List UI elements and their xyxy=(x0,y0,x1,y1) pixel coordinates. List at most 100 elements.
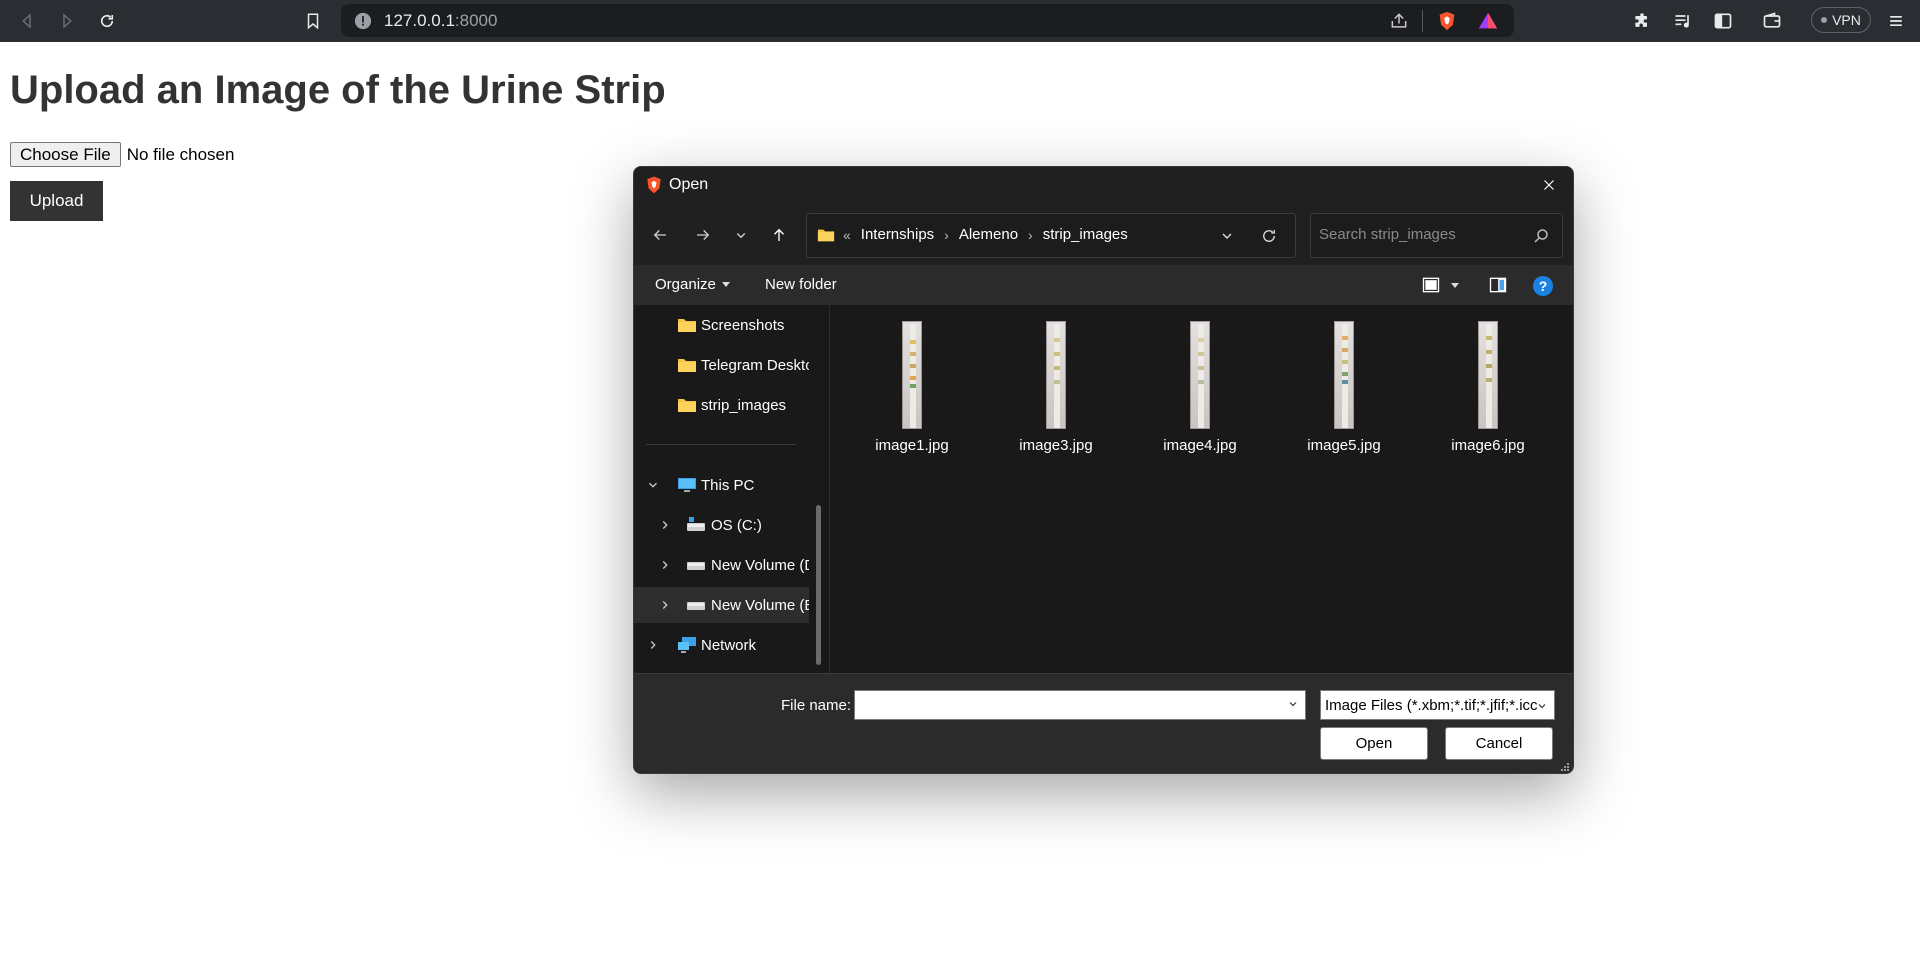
chevron-right-icon[interactable] xyxy=(658,518,672,532)
drive-icon xyxy=(687,517,705,531)
computer-icon xyxy=(678,478,696,492)
nav-divider xyxy=(646,444,796,445)
browser-toolbar: 127.0.0.1:8000 VPN xyxy=(0,0,1920,42)
preview-pane-icon[interactable] xyxy=(1487,274,1509,296)
nav-item-label: New Volume (D:) xyxy=(711,556,809,574)
nav-pane-scrollbar[interactable] xyxy=(816,505,821,665)
breadcrumb-item-alemeno[interactable]: Alemeno xyxy=(959,226,1018,243)
cancel-button[interactable]: Cancel xyxy=(1445,727,1553,760)
nav-item-drive-d[interactable]: New Volume (D:) xyxy=(634,547,809,583)
file-input[interactable]: Choose File No file chosen xyxy=(10,142,234,167)
choose-file-button[interactable]: Choose File xyxy=(10,142,121,167)
chevron-down-icon[interactable] xyxy=(646,478,660,492)
bookmark-icon[interactable] xyxy=(301,9,325,33)
upload-button[interactable]: Upload xyxy=(10,181,103,221)
dialog-titlebar[interactable]: Open xyxy=(634,167,1573,203)
file-item-image5[interactable]: image5.jpg xyxy=(1284,313,1404,454)
nav-item-label: Telegram Desktop xyxy=(701,356,809,374)
brave-shields-icon[interactable] xyxy=(1436,10,1458,32)
organize-button[interactable]: Organize xyxy=(655,276,730,293)
reload-icon[interactable] xyxy=(95,9,119,33)
command-bar: Organize New folder xyxy=(634,265,1573,305)
back-icon[interactable] xyxy=(15,9,39,33)
recent-locations-icon[interactable] xyxy=(729,223,753,247)
brave-rewards-icon[interactable] xyxy=(1477,10,1499,32)
nav-item-drive-e[interactable]: New Volume (E:) xyxy=(634,587,809,623)
nav-item-network[interactable]: Network xyxy=(634,627,809,663)
file-item-image1[interactable]: image1.jpg xyxy=(852,313,972,454)
file-name: image3.jpg xyxy=(1019,437,1093,454)
back-arrow-icon[interactable] xyxy=(648,223,672,247)
nav-item-telegram-desktop[interactable]: Telegram Desktop xyxy=(634,347,809,383)
folder-icon xyxy=(678,319,696,332)
site-info-icon[interactable] xyxy=(352,10,374,32)
file-name: image6.jpg xyxy=(1451,437,1525,454)
chevron-down-icon[interactable] xyxy=(1217,226,1237,246)
brave-icon xyxy=(647,176,661,194)
nav-item-label: strip_images xyxy=(701,396,787,414)
chevron-right-icon[interactable] xyxy=(658,558,672,572)
breadcrumb-overflow[interactable]: « xyxy=(843,227,851,243)
file-name-label: File name: xyxy=(781,697,852,714)
image-thumbnail xyxy=(1190,321,1210,429)
extensions-icon[interactable] xyxy=(1630,9,1654,33)
open-button[interactable]: Open xyxy=(1320,727,1428,760)
breadcrumb-item-internships[interactable]: Internships xyxy=(861,226,934,243)
resize-grip-icon[interactable] xyxy=(1560,762,1570,772)
vpn-button[interactable]: VPN xyxy=(1811,7,1871,33)
image-thumbnail xyxy=(1334,321,1354,429)
nav-item-strip-images[interactable]: strip_images xyxy=(634,387,809,423)
folder-icon xyxy=(678,359,696,372)
search-box[interactable] xyxy=(1310,213,1563,258)
file-item-image4[interactable]: image4.jpg xyxy=(1140,313,1260,454)
up-arrow-icon[interactable] xyxy=(767,223,791,247)
forward-icon[interactable] xyxy=(55,9,79,33)
search-input[interactable] xyxy=(1319,226,1519,243)
no-file-text: No file chosen xyxy=(126,144,235,164)
view-options-caret-icon[interactable] xyxy=(1444,274,1466,296)
chevron-right-icon: › xyxy=(944,226,949,243)
chevron-right-icon[interactable] xyxy=(658,598,672,612)
file-name-field[interactable] xyxy=(854,690,1306,720)
file-item-image3[interactable]: image3.jpg xyxy=(996,313,1116,454)
new-folder-label: New folder xyxy=(765,276,837,293)
close-icon[interactable] xyxy=(1537,173,1561,197)
url-host: 127.0.0.1 xyxy=(384,11,455,30)
page-title: Upload an Image of the Urine Strip xyxy=(10,68,666,112)
file-type-select[interactable]: Image Files (*.xbm;*.tif;*.jfif;*.icc xyxy=(1320,690,1555,720)
change-view-icon[interactable] xyxy=(1420,274,1442,296)
wallet-icon[interactable] xyxy=(1760,9,1784,33)
chevron-down-icon[interactable] xyxy=(1287,698,1299,710)
dialog-title: Open xyxy=(669,176,709,193)
breadcrumb-item-strip-images[interactable]: strip_images xyxy=(1043,226,1128,243)
refresh-icon[interactable] xyxy=(1259,226,1279,246)
sidebar-icon[interactable] xyxy=(1711,9,1735,33)
drive-icon xyxy=(687,602,705,610)
nav-item-label: New Volume (E:) xyxy=(711,596,809,614)
caret-down-icon xyxy=(721,282,730,287)
playlist-icon[interactable] xyxy=(1671,9,1695,33)
chevron-right-icon[interactable] xyxy=(646,638,660,652)
dialog-nav-row: « Internships › Alemeno › strip_images xyxy=(634,203,1573,265)
help-icon[interactable]: ? xyxy=(1533,276,1553,296)
nav-item-drive-c[interactable]: OS (C:) xyxy=(634,507,809,543)
address-divider xyxy=(1422,10,1423,32)
image-thumbnail xyxy=(1478,321,1498,429)
nav-item-label: Network xyxy=(701,636,757,654)
forward-arrow-icon[interactable] xyxy=(691,223,715,247)
organize-label: Organize xyxy=(655,276,716,293)
search-icon[interactable] xyxy=(1532,227,1550,245)
file-item-image6[interactable]: image6.jpg xyxy=(1428,313,1548,454)
nav-item-this-pc[interactable]: This PC xyxy=(634,467,809,503)
vpn-label: VPN xyxy=(1832,12,1861,28)
folder-icon xyxy=(817,229,835,242)
share-icon[interactable] xyxy=(1388,10,1410,32)
nav-item-label: Screenshots xyxy=(701,316,785,334)
breadcrumb[interactable]: « Internships › Alemeno › strip_images xyxy=(806,213,1296,258)
address-bar[interactable]: 127.0.0.1:8000 xyxy=(341,4,1514,37)
nav-item-screenshots[interactable]: Screenshots xyxy=(634,307,809,343)
menu-icon[interactable] xyxy=(1884,9,1908,33)
nav-item-label: This PC xyxy=(701,476,755,494)
new-folder-button[interactable]: New folder xyxy=(765,276,837,293)
image-thumbnail xyxy=(902,321,922,429)
